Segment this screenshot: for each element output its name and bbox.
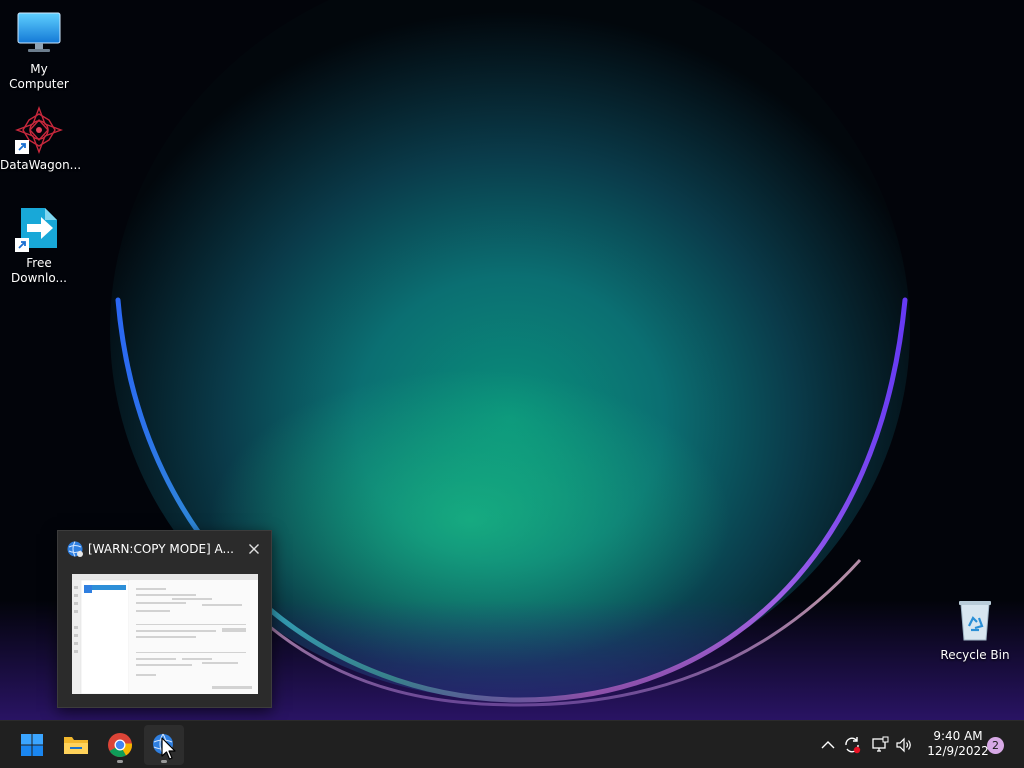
monitor-icon <box>15 10 63 58</box>
tray-sync-button[interactable] <box>842 735 862 755</box>
shortcut-arrow-icon <box>15 140 29 154</box>
desktop-icon-my-computer[interactable]: My Computer <box>0 10 78 92</box>
download-arrow-icon <box>15 204 63 252</box>
windows-start-icon <box>21 734 43 756</box>
preview-title: [WARN:COPY MODE] A... <box>88 542 234 556</box>
mouse-cursor-icon <box>161 737 176 760</box>
notification-badge[interactable]: 2 <box>987 737 1004 754</box>
desktop-icon-label: Recycle Bin <box>940 648 1010 662</box>
show-hidden-icons-button[interactable] <box>818 735 838 755</box>
clock-date: 12/9/2022 <box>927 744 989 758</box>
recycle-bin-icon <box>951 596 999 644</box>
desktop: My Computer DataWagon... Free Downlo... … <box>0 0 1024 720</box>
window-thumbnail-image <box>72 574 258 694</box>
sync-icon <box>845 737 861 754</box>
taskbar: 9:40 AM 12/9/2022 2 <box>0 720 1024 768</box>
desktop-icon-label: Free Downlo... <box>11 256 67 285</box>
desktop-icon-label: DataWagon... <box>0 158 82 172</box>
clock-time: 9:40 AM <box>933 729 983 743</box>
chrome-icon <box>108 733 132 758</box>
tray-network-button[interactable] <box>870 735 890 755</box>
preview-window-thumbnail[interactable] <box>72 574 258 694</box>
desktop-icon-free-download[interactable]: Free Downlo... <box>0 204 78 286</box>
shortcut-arrow-icon <box>15 238 29 252</box>
taskbar-file-explorer[interactable] <box>56 725 96 765</box>
running-indicator <box>117 760 123 763</box>
close-icon <box>249 544 259 554</box>
taskbar-chrome[interactable] <box>100 725 140 765</box>
network-icon <box>872 736 889 752</box>
start-button[interactable] <box>12 725 52 765</box>
tray-volume-button[interactable] <box>894 735 914 755</box>
desktop-icon-label: My Computer <box>9 62 69 91</box>
desktop-icon-datawagon[interactable]: DataWagon... <box>0 106 82 173</box>
taskbar-thumbnail-preview[interactable]: [WARN:COPY MODE] A... <box>57 530 272 708</box>
volume-icon <box>896 737 911 753</box>
desktop-icon-recycle-bin[interactable]: Recycle Bin <box>936 596 1014 663</box>
datawagon-logo-icon <box>15 106 63 154</box>
chevron-up-icon <box>821 741 835 749</box>
globe-app-icon <box>67 541 83 557</box>
folder-icon <box>64 737 88 754</box>
taskbar-clock[interactable]: 9:40 AM 12/9/2022 <box>918 729 998 759</box>
preview-close-button[interactable] <box>244 539 264 559</box>
